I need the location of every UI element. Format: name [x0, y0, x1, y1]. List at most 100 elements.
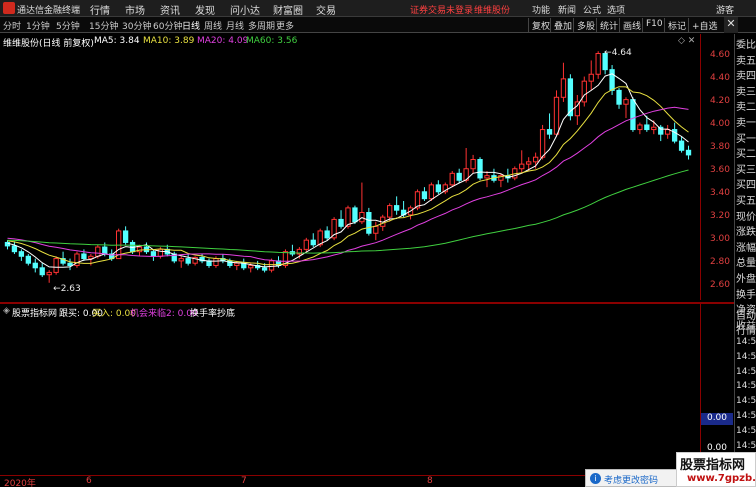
period-15min[interactable]: 15分钟 — [89, 19, 118, 32]
date-label-year: 2020年 — [4, 479, 36, 487]
menu-item-faxian[interactable]: 发现 — [195, 2, 215, 17]
candle-body — [644, 124, 650, 131]
candle-body — [248, 265, 254, 269]
date-label-jun: 6 — [86, 476, 92, 486]
candle-body — [532, 156, 539, 163]
multi-stock-button[interactable]: 多股 — [573, 18, 598, 32]
side-label: 涨跌 — [736, 227, 756, 239]
candle-body — [178, 258, 184, 262]
period-toolbar: 分时 1分钟 5分钟 15分钟 30分钟 60分钟 日线 周线 月线 多周期 更… — [0, 17, 756, 33]
mark-button[interactable]: 标记 — [664, 18, 689, 32]
candle-body — [67, 262, 73, 267]
period-multi[interactable]: 多周期 — [248, 19, 275, 32]
side-label: 总量 — [736, 258, 756, 270]
price-tick: 4.00 — [709, 118, 730, 129]
price-tick: 3.60 — [709, 165, 730, 176]
side-label: 换手 — [736, 289, 756, 301]
close-icon[interactable]: ✕ — [724, 17, 738, 33]
period-60min[interactable]: 60分钟 — [153, 19, 182, 32]
app-name: 通达信金融终端 — [17, 6, 81, 16]
period-monthly[interactable]: 月线 — [226, 19, 244, 32]
indicator-value-badge: 0.00 — [701, 413, 733, 425]
period-weekly[interactable]: 周线 — [204, 19, 222, 32]
side-label: 现价 — [736, 211, 756, 223]
menu-item-hangqing[interactable]: 行情 — [90, 2, 110, 17]
ma10-line — [7, 86, 689, 266]
f10-button[interactable]: F10 — [642, 18, 666, 32]
site-watermark: 股票指标网 www.7gpzb.com — [676, 452, 756, 487]
candle-body — [609, 69, 615, 91]
side-time: 14:5 — [736, 396, 756, 407]
candle-body — [366, 212, 372, 234]
candle-body — [526, 161, 532, 165]
low-price-label: ←2.63 — [53, 284, 81, 294]
menu-item-xuanxiang[interactable]: 选项 — [607, 3, 625, 16]
period-30min[interactable]: 30分钟 — [122, 19, 151, 32]
info-icon: i — [590, 473, 601, 484]
user-guest[interactable]: 游客 — [716, 3, 734, 16]
side-label: 买一 — [736, 133, 756, 145]
price-tick: 2.80 — [709, 257, 730, 268]
candle-body — [581, 80, 587, 103]
candle-body — [421, 191, 428, 200]
period-5min[interactable]: 5分钟 — [56, 19, 80, 32]
menu-item-wenxiaoda[interactable]: 问小达 — [230, 2, 260, 17]
period-fenshi[interactable]: 分时 — [3, 19, 21, 32]
candle-body — [185, 258, 191, 264]
password-toast[interactable]: i 考虑更改密码 — [585, 469, 685, 487]
period-1min[interactable]: 1分钟 — [26, 19, 50, 32]
menu-item-xinwen[interactable]: 新闻 — [558, 3, 576, 16]
side-label: 行情 — [736, 326, 756, 337]
menu-item-jiaoyi[interactable]: 交易 — [316, 2, 336, 17]
candle-body — [393, 205, 400, 211]
watermark-url: www.7gpzb.com — [687, 473, 756, 484]
side-label: 委比 — [736, 40, 756, 51]
candle-body — [546, 129, 553, 135]
candle-body — [18, 251, 25, 257]
watermark-title: 股票指标网 — [680, 458, 746, 473]
menu-item-gongshi[interactable]: 公式 — [583, 3, 601, 16]
side-time: 14:5 — [736, 351, 756, 362]
candle-body — [25, 255, 31, 264]
candle-body — [4, 241, 11, 247]
toast-text: 考虑更改密码 — [604, 476, 659, 486]
menu-item-zixun[interactable]: 资讯 — [160, 2, 180, 17]
candle-body — [81, 253, 87, 260]
indicator-panel[interactable]: ◈ 股票指标网 跟买: 0.00 买入: 0.00 机会来临2: 0.00 换手… — [0, 304, 700, 475]
menu-bar: 通达信金融终端 行情 市场 资讯 发现 问小达 财富圈 交易 证券交易未登录 维… — [0, 0, 756, 17]
statistics-button[interactable]: 统计 — [596, 18, 621, 32]
candle-body — [637, 124, 643, 131]
candle-body — [387, 205, 393, 218]
menu-item-caifuquan[interactable]: 财富圈 — [273, 2, 303, 17]
side-label: 自动 — [736, 311, 756, 322]
period-daily[interactable]: 日线 — [182, 19, 200, 32]
candle-body — [477, 159, 483, 179]
period-more[interactable]: 更多 — [276, 19, 294, 32]
side-label: 买二 — [736, 149, 756, 161]
draw-line-button[interactable]: 画线 — [619, 18, 644, 32]
price-tick: 2.60 — [709, 280, 730, 291]
price-axis: 4.60 4.40 4.20 4.00 3.80 3.60 3.40 3.20 3.00 2.80… — [700, 34, 734, 300]
price-tick: 4.60 — [709, 49, 730, 60]
side-time: 14:5 — [736, 337, 756, 347]
candle-body — [449, 172, 455, 186]
indicator-settings-icon[interactable]: ◈ — [3, 306, 10, 316]
menu-item-gongneng[interactable]: 功能 — [532, 3, 550, 16]
price-tick: 3.20 — [709, 211, 730, 222]
side-label: 外盘 — [736, 274, 756, 285]
candle-body — [685, 149, 692, 156]
price-chart[interactable]: 维维股份(日线 前复权) MA5: 3.84 MA10: 3.89 MA20: … — [0, 34, 700, 300]
menu-item-shichang[interactable]: 市场 — [125, 2, 145, 17]
overlay-button[interactable]: 叠加 — [550, 18, 575, 32]
candle-body — [484, 175, 490, 179]
side-label: 卖二 — [736, 102, 756, 114]
login-status[interactable]: 证券交易未登录 — [410, 3, 473, 16]
candle-body — [88, 255, 94, 260]
candle-body — [303, 239, 309, 250]
add-watchlist-button[interactable]: +自选 — [688, 18, 721, 32]
candle-body — [310, 239, 316, 246]
indicator-name: 股票指标网 — [12, 309, 58, 319]
ma5-line — [7, 73, 689, 268]
app-logo-icon — [3, 2, 15, 14]
candle-body — [324, 230, 330, 239]
